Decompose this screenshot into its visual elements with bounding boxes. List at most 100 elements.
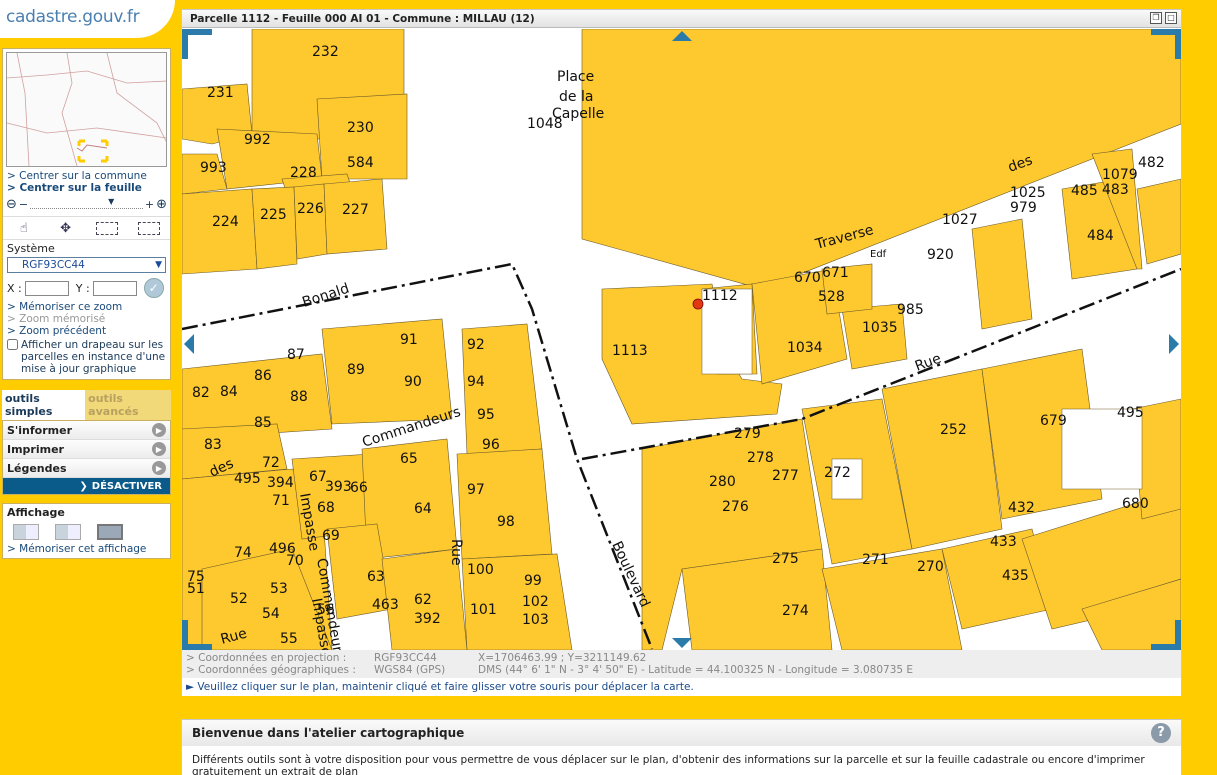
parcel-label[interactable]: 224 bbox=[212, 214, 239, 230]
maximize-icon[interactable]: □ bbox=[1165, 12, 1177, 24]
parcel-label[interactable]: 96 bbox=[482, 437, 500, 453]
parcel-label[interactable]: 53 bbox=[270, 581, 288, 597]
parcel-label[interactable]: 584 bbox=[347, 155, 374, 171]
zoom-in-icon[interactable]: ⊕ bbox=[156, 197, 167, 212]
parcel-label[interactable]: 97 bbox=[467, 482, 485, 498]
pan-up-icon[interactable] bbox=[672, 31, 692, 41]
parcel-label[interactable]: 52 bbox=[230, 591, 248, 607]
parcel-label[interactable]: 226 bbox=[297, 201, 324, 217]
parcel-label[interactable]: 1035 bbox=[862, 320, 898, 336]
parcel-label[interactable]: 55 bbox=[280, 631, 298, 647]
center-sheet-link[interactable]: > Centrer sur la feuille bbox=[3, 182, 170, 194]
parcel-label[interactable]: 67 bbox=[309, 469, 327, 485]
parcel-label[interactable]: 68 bbox=[317, 500, 335, 516]
previous-zoom-link[interactable]: > Zoom précédent bbox=[3, 325, 170, 337]
parcel-label[interactable]: 272 bbox=[824, 465, 851, 481]
parcel-label[interactable]: 85 bbox=[254, 415, 272, 431]
parcel-label[interactable]: 227 bbox=[342, 202, 369, 218]
parcel-label[interactable]: 252 bbox=[940, 422, 967, 438]
parcel-label[interactable]: 992 bbox=[244, 132, 271, 148]
parcel-label[interactable]: 432 bbox=[1008, 500, 1035, 516]
x-input[interactable] bbox=[24, 280, 69, 296]
tool-inform[interactable]: S'informer ▶ bbox=[3, 421, 170, 440]
parcel-label[interactable]: 528 bbox=[818, 289, 845, 305]
parcel-label[interactable]: 274 bbox=[782, 603, 809, 619]
logo[interactable]: cadastre.gouv.fr bbox=[0, 0, 175, 38]
deactivate-button[interactable]: ❯ DÉSACTIVER bbox=[3, 478, 170, 494]
parcel-label[interactable]: 65 bbox=[400, 451, 418, 467]
tab-advanced-tools[interactable]: outils avancés bbox=[85, 390, 171, 420]
cadastral-map-canvas[interactable]: 232231992230584993 228224 225 226 2271048111… bbox=[182, 29, 1181, 650]
parcel-label[interactable]: 482 bbox=[1138, 155, 1165, 171]
parcel-label[interactable]: 69 bbox=[322, 528, 340, 544]
parcel-label[interactable]: 62 bbox=[414, 592, 432, 608]
parcel-label[interactable]: 64 bbox=[414, 501, 432, 517]
parcel-label[interactable]: 89 bbox=[347, 362, 365, 378]
validate-check-icon[interactable]: ✓ bbox=[143, 278, 164, 298]
parcel-label[interactable]: 985 bbox=[897, 302, 924, 318]
center-cross-icon[interactable]: ✥ bbox=[53, 219, 79, 237]
parcel-label[interactable]: 51 bbox=[187, 581, 205, 597]
flag-checkbox[interactable] bbox=[7, 339, 18, 350]
parcel-label[interactable]: 63 bbox=[367, 569, 385, 585]
parcel-label[interactable]: 1112 bbox=[702, 288, 738, 304]
parcel-label[interactable]: 270 bbox=[917, 559, 944, 575]
pan-right-icon[interactable] bbox=[1169, 334, 1179, 354]
parcel-label[interactable]: 225 bbox=[260, 207, 287, 223]
parcel-label[interactable]: 280 bbox=[709, 474, 736, 490]
center-commune-link[interactable]: > Centrer sur la commune bbox=[3, 170, 170, 182]
parcel-label[interactable]: 98 bbox=[497, 514, 515, 530]
parcel-label[interactable]: 495 bbox=[1117, 405, 1144, 421]
parcel-label[interactable]: 394 bbox=[267, 475, 294, 491]
zoom-handle-icon[interactable]: ▼ bbox=[108, 197, 114, 206]
parcel-label[interactable]: 103 bbox=[522, 612, 549, 628]
parcel-label[interactable]: 433 bbox=[990, 534, 1017, 550]
parcel-label[interactable]: 66 bbox=[350, 480, 368, 496]
parcel-label[interactable]: 88 bbox=[290, 389, 308, 405]
parcel-label[interactable]: 1079 bbox=[1102, 167, 1138, 183]
parcel-label[interactable]: 95 bbox=[477, 407, 495, 423]
y-input[interactable] bbox=[92, 280, 137, 296]
overview-minimap[interactable] bbox=[6, 52, 167, 167]
parcel-label[interactable]: 979 bbox=[1010, 200, 1037, 216]
memorize-zoom-link[interactable]: > Mémoriser ce zoom bbox=[3, 301, 170, 313]
parcel-label[interactable]: 1113 bbox=[612, 343, 648, 359]
zoom-box-icon[interactable] bbox=[94, 219, 120, 237]
pan-down-icon[interactable] bbox=[672, 638, 692, 648]
parcel-label[interactable]: 679 bbox=[1040, 413, 1067, 429]
parcel-label[interactable]: 496 bbox=[269, 541, 296, 557]
zoom-out-icon[interactable]: ⊖ bbox=[6, 197, 17, 212]
parcel-label[interactable]: 271 bbox=[862, 552, 889, 568]
pan-hand-icon[interactable]: ☝ bbox=[11, 219, 37, 237]
parcel-label[interactable]: 87 bbox=[287, 347, 305, 363]
system-select[interactable]: RGF93CC44 ▼ bbox=[7, 257, 166, 273]
parcel-label[interactable]: 99 bbox=[524, 573, 542, 589]
parcel-label[interactable]: 231 bbox=[207, 85, 234, 101]
parcel-label[interactable]: 102 bbox=[522, 594, 549, 610]
parcel-label[interactable]: 463 bbox=[372, 597, 399, 613]
parcel-label[interactable]: 86 bbox=[254, 368, 272, 384]
parcel-label[interactable]: 1025 bbox=[1010, 185, 1046, 201]
parcel-label[interactable]: 484 bbox=[1087, 228, 1114, 244]
parcel-label[interactable]: 993 bbox=[200, 160, 227, 176]
parcel-label[interactable]: 101 bbox=[470, 602, 497, 618]
parcel-label[interactable]: 83 bbox=[204, 437, 222, 453]
parcel-label[interactable]: 279 bbox=[734, 426, 761, 442]
memorize-display-link[interactable]: > Mémoriser cet affichage bbox=[3, 543, 170, 555]
parcel-label[interactable]: 495 bbox=[234, 471, 261, 487]
zoom-minus-icon[interactable]: − bbox=[19, 198, 28, 211]
parcel-label[interactable]: 74 bbox=[234, 545, 252, 561]
parcel-label[interactable]: 91 bbox=[400, 332, 418, 348]
parcel-label[interactable]: 485 bbox=[1071, 183, 1098, 199]
parcel-label[interactable]: 84 bbox=[220, 384, 238, 400]
parcel-label[interactable]: 71 bbox=[272, 493, 290, 509]
parcel-label[interactable]: 277 bbox=[772, 468, 799, 484]
parcel-label[interactable]: 392 bbox=[414, 611, 441, 627]
tool-print[interactable]: Imprimer ▶ bbox=[3, 440, 170, 459]
parcel-label[interactable]: 680 bbox=[1122, 496, 1149, 512]
parcel-label[interactable]: 670 bbox=[794, 270, 821, 286]
parcel-label[interactable]: 435 bbox=[1002, 568, 1029, 584]
display-mode-2-button[interactable] bbox=[55, 524, 81, 540]
zoom-slider[interactable]: ▼ bbox=[30, 197, 143, 209]
pan-left-icon[interactable] bbox=[184, 334, 194, 354]
